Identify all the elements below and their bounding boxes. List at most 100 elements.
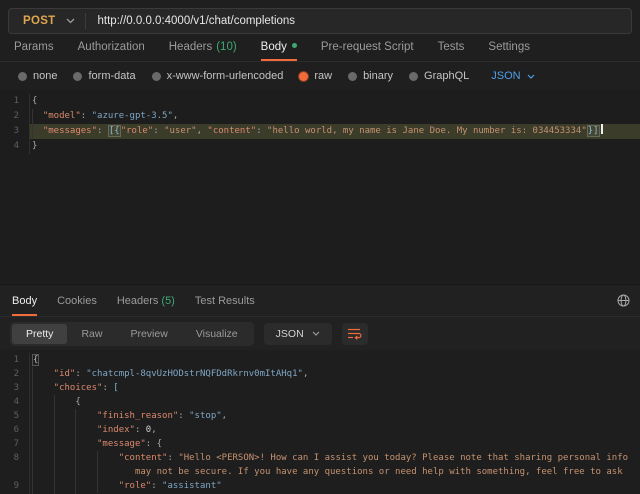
code-token: : [102, 383, 113, 393]
indent-guide [54, 423, 76, 437]
response-body-viewer[interactable]: 1{2"id": "chatcmpl-8qvUzHODstrNQFDdRkrnv… [0, 350, 640, 494]
code-token: "content" [207, 126, 256, 136]
indent-guide [54, 479, 76, 493]
code-token: { [32, 354, 39, 366]
code-token: "hello world, my name is Jane Doe. My nu… [267, 126, 587, 136]
mode-label: none [33, 70, 57, 82]
mode-graphql[interactable]: GraphQL [409, 70, 469, 82]
line-number: 3 [0, 124, 30, 139]
tab-headers[interactable]: Headers(10) [169, 35, 237, 61]
code-token: : [97, 126, 108, 136]
mode-binary[interactable]: binary [348, 70, 393, 82]
radio-icon [73, 72, 82, 81]
code-token [119, 467, 135, 477]
view-pretty[interactable]: Pretty [12, 324, 67, 344]
code-token: "role" [119, 481, 152, 491]
indent-guide [32, 109, 43, 124]
line-number: 1 [0, 94, 30, 109]
code-token: "azure-gpt-3.5" [92, 111, 173, 121]
tab-settings[interactable]: Settings [488, 35, 530, 61]
response-tab-test-results[interactable]: Test Results [195, 287, 255, 316]
indent-guide [32, 367, 54, 381]
code-line: 3"messages": [{"role": "user", "content"… [0, 124, 640, 139]
indent-guide [75, 409, 97, 423]
chevron-down-icon[interactable] [66, 18, 75, 24]
response-tabs: Body Cookies Headers(5) Test Results [0, 284, 640, 317]
code-token: "choices" [54, 383, 103, 393]
code-token: "id" [54, 369, 76, 379]
code-token: "Hello <PERSON>! How can I assist you to… [178, 453, 628, 463]
mode-label: form-data [88, 70, 135, 82]
indent-guide [32, 423, 54, 437]
request-body-editor[interactable]: 1{2"model": "azure-gpt-3.5",3 "messages":… [0, 90, 640, 284]
mode-form-data[interactable]: form-data [73, 70, 135, 82]
line-number: 9 [0, 479, 30, 493]
wrap-text-button[interactable] [342, 323, 368, 345]
radio-icon [152, 72, 161, 81]
indent-guide [32, 409, 54, 423]
method-selector[interactable]: POST [9, 15, 66, 27]
globe-icon[interactable] [617, 294, 630, 312]
indent-guide [54, 437, 76, 451]
tab-label: Headers [169, 41, 212, 53]
tab-authorization[interactable]: Authorization [78, 35, 145, 61]
code-token: "model" [43, 111, 81, 121]
code-token: "messages" [43, 126, 97, 136]
tab-label: Headers [117, 295, 159, 307]
view-raw[interactable]: Raw [67, 324, 116, 344]
code-token: "message" [97, 439, 146, 449]
response-tab-cookies[interactable]: Cookies [57, 287, 97, 316]
mode-label: binary [363, 70, 393, 82]
view-preview[interactable]: Preview [116, 324, 181, 344]
indent-guide [32, 381, 54, 395]
tab-label: Test Results [195, 295, 255, 307]
mode-label: raw [314, 70, 332, 82]
radio-icon [18, 72, 27, 81]
url-input[interactable]: http://0.0.0.0:4000/v1/chat/completions [86, 15, 296, 27]
chevron-down-icon [312, 331, 320, 336]
tab-tests[interactable]: Tests [438, 35, 465, 61]
indent-guide [75, 451, 97, 465]
response-tab-body[interactable]: Body [12, 287, 37, 316]
code-token: : [151, 481, 162, 491]
radio-selected-icon [299, 72, 308, 81]
line-number: 3 [0, 381, 30, 395]
indent-guide [32, 124, 43, 139]
mode-label: x-www-form-urlencoded [167, 70, 284, 82]
code-token: } [32, 141, 37, 151]
response-tab-headers[interactable]: Headers(5) [117, 287, 175, 316]
code-token: : [153, 126, 164, 136]
body-mode-bar: none form-data x-www-form-urlencoded raw… [0, 62, 640, 90]
code-token: may not be secure. If you have any quest… [135, 467, 623, 477]
tab-label: Body [261, 41, 287, 53]
mode-x-www-form-urlencoded[interactable]: x-www-form-urlencoded [152, 70, 284, 82]
line-number: 4 [0, 395, 30, 409]
content-type-dropdown[interactable]: JSON [491, 70, 534, 82]
request-url-bar: POST http://0.0.0.0:4000/v1/chat/complet… [0, 0, 640, 34]
tab-body[interactable]: Body [261, 35, 297, 61]
code-token: [{ [108, 125, 121, 137]
code-token: "chatcmpl-8qvUzHODstrNQFDdRkrnv0mItAHq1" [86, 369, 303, 379]
indent-guide [97, 479, 119, 493]
line-number: 1 [0, 353, 30, 367]
indent-guide [32, 437, 54, 451]
line-number: 7 [0, 437, 30, 451]
indent-guide [54, 465, 76, 479]
code-token: { [157, 439, 162, 449]
indent-guide [97, 451, 119, 465]
response-format-dropdown[interactable]: JSON [264, 323, 332, 345]
tab-pre-request-script[interactable]: Pre-request Script [321, 35, 414, 61]
code-token: "content" [119, 453, 168, 463]
tab-label: Pre-request Script [321, 41, 414, 53]
code-token: , [303, 369, 308, 379]
mode-none[interactable]: none [18, 70, 57, 82]
tab-params[interactable]: Params [14, 35, 54, 61]
mode-raw[interactable]: raw [299, 70, 332, 82]
tab-label: Settings [488, 41, 530, 53]
code-line: 2"model": "azure-gpt-3.5", [0, 109, 640, 124]
code-line: 2"id": "chatcmpl-8qvUzHODstrNQFDdRkrnv0m… [0, 367, 640, 381]
line-number: 4 [0, 139, 30, 154]
view-visualize[interactable]: Visualize [182, 324, 252, 344]
code-line: 1{ [0, 94, 640, 109]
code-token: "assistant" [162, 481, 222, 491]
